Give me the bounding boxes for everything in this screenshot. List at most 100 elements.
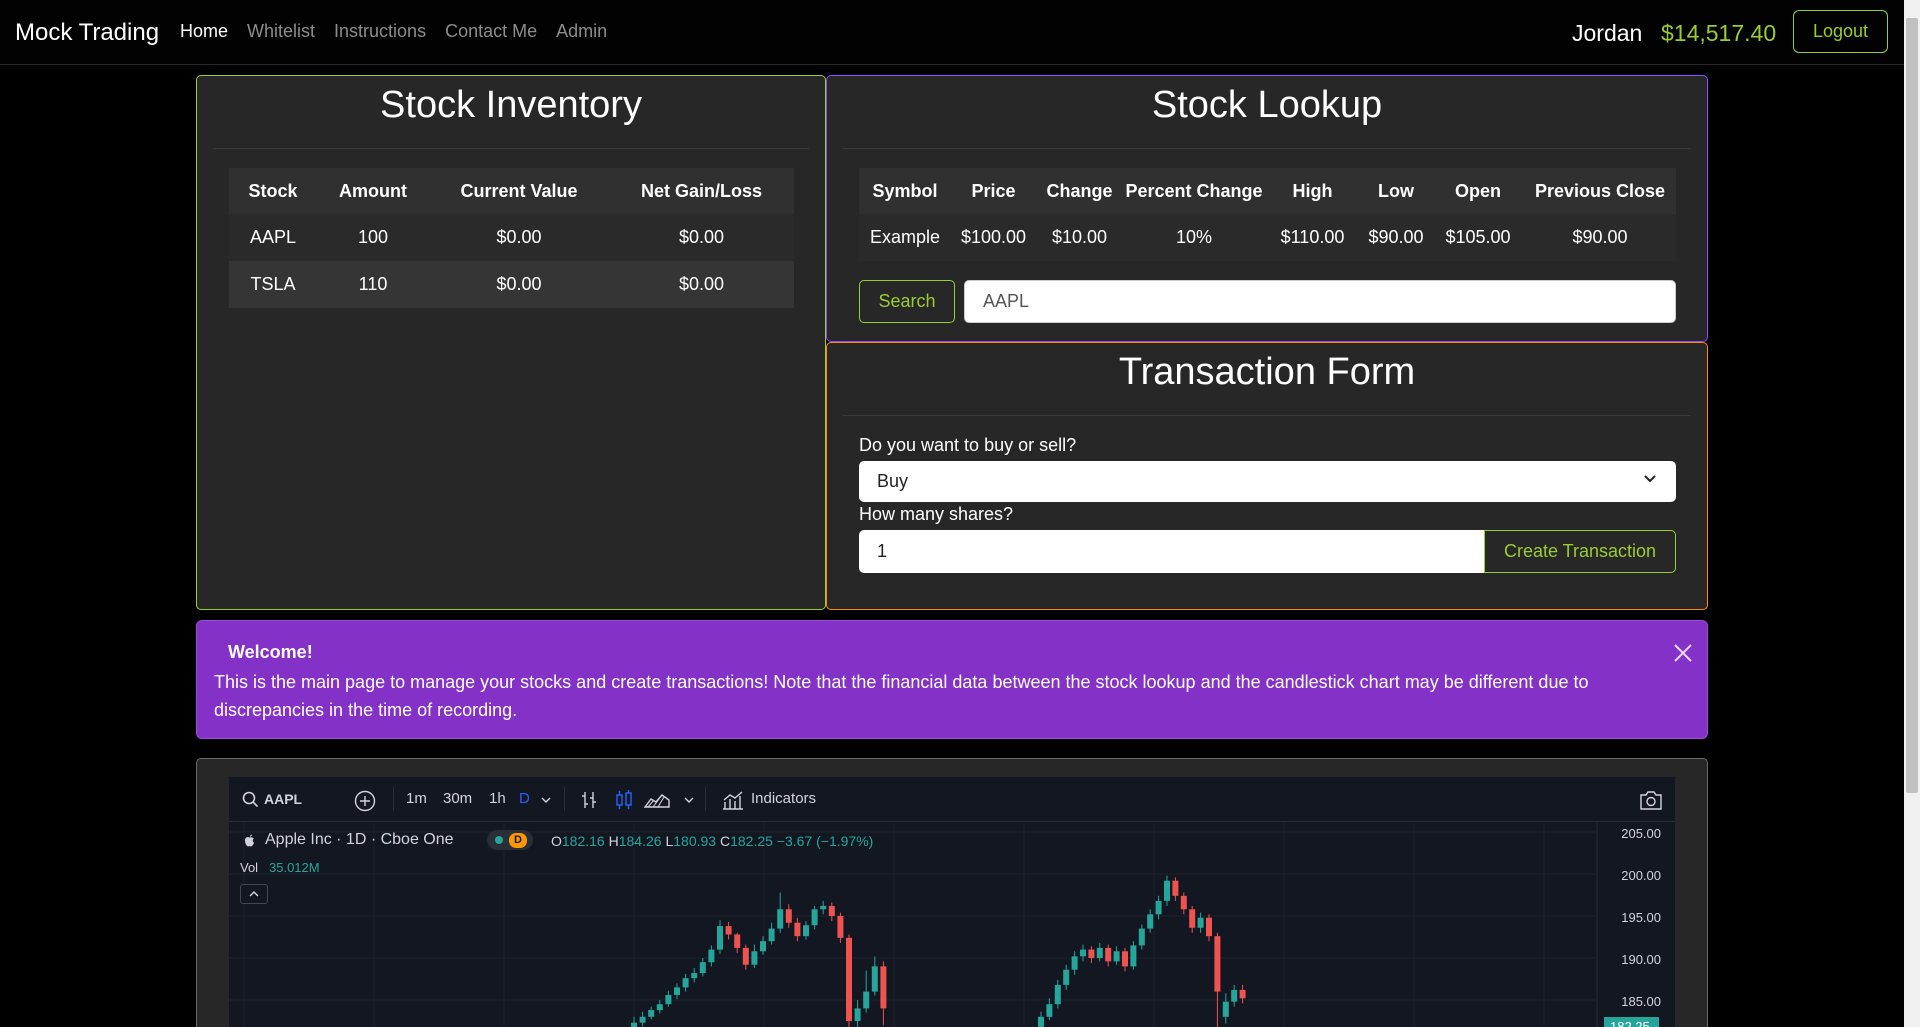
chevron-down-icon xyxy=(1644,475,1656,483)
interval-d[interactable]: D xyxy=(519,790,530,807)
candle-body xyxy=(1197,917,1204,928)
candle-body xyxy=(656,1004,663,1011)
candle-body xyxy=(742,947,749,965)
search-button[interactable]: Search xyxy=(859,280,955,323)
buy-sell-select[interactable]: Buy xyxy=(859,461,1676,502)
candle-body xyxy=(1080,949,1086,957)
candle-body xyxy=(717,926,723,950)
divider xyxy=(843,415,1691,416)
table-cell: 110 xyxy=(358,274,388,294)
close-icon[interactable] xyxy=(1671,641,1695,665)
candle-body xyxy=(1113,951,1120,962)
alert-body: This is the main page to manage your sto… xyxy=(214,672,1589,720)
lookup-title: Stock Lookup xyxy=(1151,84,1383,126)
table-cell: $90.00 xyxy=(1572,227,1628,247)
column-header: Symbol xyxy=(872,180,938,201)
candle-body xyxy=(1164,880,1170,901)
candlestick-chart[interactable] xyxy=(229,823,1675,1027)
brand-logo[interactable]: Mock Trading xyxy=(15,19,159,47)
area-chart-icon[interactable] xyxy=(644,791,670,809)
column-header: Stock xyxy=(248,180,298,201)
nav-link-home[interactable]: Home xyxy=(180,21,228,42)
stock-lookup-card: Stock Lookup Symbol Price Change Percent… xyxy=(826,75,1708,342)
account-balance: $14,517.40 xyxy=(1661,20,1777,46)
candle-body xyxy=(880,966,887,1009)
table-header-row: Symbol Price Change Percent Change High … xyxy=(859,168,1676,214)
camera-icon[interactable] xyxy=(1639,789,1663,811)
logout-button[interactable]: Logout xyxy=(1793,10,1888,53)
candle-body xyxy=(794,922,801,937)
table-cell: $90.00 xyxy=(1368,227,1424,247)
table-header-row: Stock Amount Current Value Net Gain/Loss xyxy=(229,168,794,214)
shares-input[interactable]: 1 xyxy=(859,530,1484,573)
stock-symbol-input[interactable]: AAPL xyxy=(964,280,1676,323)
ohlc-key: O xyxy=(551,833,562,849)
candles-icon[interactable] xyxy=(615,790,633,810)
create-transaction-button[interactable]: Create Transaction xyxy=(1484,530,1676,573)
candle-body xyxy=(777,909,784,929)
candle-body xyxy=(1214,936,1221,992)
candle-body xyxy=(1231,989,1238,1002)
candle-body xyxy=(734,934,741,948)
indicators-icon[interactable] xyxy=(722,790,744,810)
candle-body xyxy=(1122,951,1128,967)
chevron-down-icon[interactable] xyxy=(683,796,695,804)
add-symbol-icon[interactable] xyxy=(354,790,376,812)
candle-body xyxy=(1096,947,1103,958)
shares-label: How many shares? xyxy=(859,504,1014,524)
table-row: TSLA 110 $0.00 $0.00 xyxy=(229,261,794,308)
alert-title: Welcome! xyxy=(228,642,313,662)
candle-body xyxy=(665,994,672,1005)
nav-link-instructions[interactable]: Instructions xyxy=(334,21,426,42)
inventory-title: Stock Inventory xyxy=(380,84,642,126)
symbol-search[interactable]: AAPL xyxy=(264,791,302,807)
table-cell: 100 xyxy=(357,227,389,247)
candle-body xyxy=(854,1008,861,1021)
candle-body xyxy=(1130,945,1137,967)
column-header: Net Gain/Loss xyxy=(640,180,763,201)
candle-body xyxy=(1239,989,1246,999)
candle-body xyxy=(648,1010,655,1017)
candle-body xyxy=(1147,914,1154,929)
ohlc-open: 182.16 xyxy=(561,833,605,849)
ohlc-key: C xyxy=(719,833,731,849)
navbar: Mock Trading Home Whitelist Instructions… xyxy=(0,0,1904,65)
interval-1m[interactable]: 1m xyxy=(406,790,427,807)
candle-body xyxy=(1088,949,1095,958)
table-cell: $110.00 xyxy=(1280,227,1345,247)
y-axis-tick: 205.00 xyxy=(1621,826,1661,841)
column-header: High xyxy=(1292,180,1333,201)
nav-link-admin[interactable]: Admin xyxy=(556,21,607,42)
nav-link-whitelist[interactable]: Whitelist xyxy=(247,21,315,42)
candle-body xyxy=(1155,900,1162,915)
table-cell: $100.00 xyxy=(960,227,1027,247)
collapse-legend-button[interactable] xyxy=(240,884,268,904)
page-scrollbar[interactable] xyxy=(1904,0,1920,1027)
candle-body xyxy=(1038,1016,1044,1027)
transaction-form-card: Transaction Form Do you want to buy or s… xyxy=(826,342,1708,610)
divider xyxy=(213,148,809,149)
toolbar-separator xyxy=(564,787,565,811)
scrollbar-thumb[interactable] xyxy=(1906,18,1918,793)
y-axis-tick: 185.00 xyxy=(1621,994,1661,1009)
candle-body xyxy=(691,973,698,979)
volume-label: Vol xyxy=(240,860,259,875)
ohlc-key: H xyxy=(608,833,619,849)
tradingview-widget[interactable]: AAPL 1m 30m 1h D Indicators Apple Inc · … xyxy=(229,777,1675,1027)
column-header: Price xyxy=(971,180,1016,201)
bars-icon[interactable] xyxy=(580,790,598,810)
candle-body xyxy=(811,909,818,926)
ohlc-change: −3.67 (−1.97%) xyxy=(776,833,874,849)
candle-body xyxy=(803,925,809,937)
interval-30m[interactable]: 30m xyxy=(443,790,472,807)
indicators-button[interactable]: Indicators xyxy=(751,790,816,807)
candle-body xyxy=(828,905,835,916)
table-cell: $0.00 xyxy=(496,274,542,294)
table-row: Example $100.00 $10.00 10% $110.00 $90.0… xyxy=(859,214,1676,261)
candle-body xyxy=(837,916,844,938)
inventory-table: Stock Amount Current Value Net Gain/Loss… xyxy=(229,168,794,308)
nav-link-contact[interactable]: Contact Me xyxy=(445,21,537,42)
chevron-down-icon[interactable] xyxy=(540,796,552,804)
interval-1h[interactable]: 1h xyxy=(489,790,506,807)
candle-body xyxy=(1071,956,1078,970)
